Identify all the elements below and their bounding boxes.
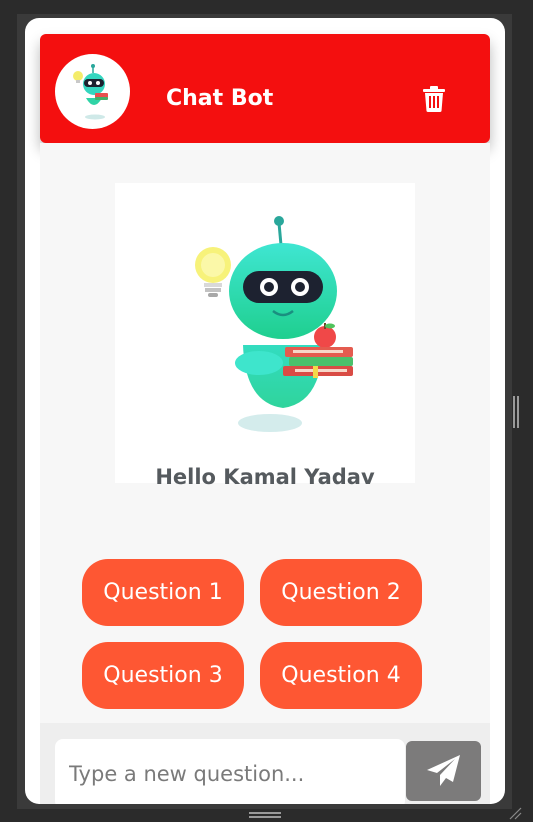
vertical-resize-handle[interactable] xyxy=(513,396,519,428)
composer-bar xyxy=(40,723,490,804)
question-2-button[interactable]: Question 2 xyxy=(260,559,422,626)
greeting-text: Hello Kamal Yadav xyxy=(155,465,375,489)
clear-chat-button[interactable] xyxy=(420,84,448,114)
question-4-button[interactable]: Question 4 xyxy=(260,642,422,709)
robot-avatar-icon xyxy=(55,54,130,129)
send-button[interactable] xyxy=(406,741,481,801)
chat-widget: Chat Bot Hello Kamal Yadav Question 1 Qu… xyxy=(25,18,505,804)
corner-resize-grip[interactable] xyxy=(508,806,522,820)
chat-header: Chat Bot xyxy=(40,34,490,143)
question-3-button[interactable]: Question 3 xyxy=(82,642,244,709)
trash-icon xyxy=(423,86,445,112)
horizontal-resize-handle[interactable] xyxy=(249,812,281,820)
robot-illustration xyxy=(165,203,375,443)
question-input[interactable] xyxy=(55,739,405,804)
chat-body: Hello Kamal Yadav Question 1 Question 2 … xyxy=(40,143,490,723)
header-title: Chat Bot xyxy=(166,86,274,111)
paper-plane-icon xyxy=(426,755,460,786)
question-1-button[interactable]: Question 1 xyxy=(82,559,244,626)
